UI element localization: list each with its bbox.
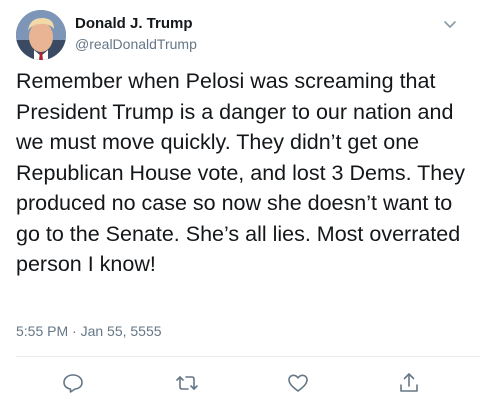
avatar[interactable] — [16, 10, 66, 60]
heart-icon[interactable] — [286, 371, 310, 395]
action-bar — [0, 365, 480, 405]
tweet-timestamp[interactable]: 5:55 PM · Jan 55, 5555 — [16, 323, 162, 339]
share-icon[interactable] — [397, 371, 421, 395]
tweet-text: Remember when Pelosi was screaming that … — [16, 69, 465, 276]
retweet-icon[interactable] — [175, 371, 199, 395]
author-info: Donald J. Trump @realDonaldTrump — [75, 15, 197, 53]
chevron-down-icon[interactable] — [442, 16, 458, 32]
author-display-name[interactable]: Donald J. Trump — [75, 15, 197, 33]
author-handle[interactable]: @realDonaldTrump — [75, 35, 197, 53]
reply-icon[interactable] — [61, 371, 85, 395]
avatar-image — [16, 10, 66, 60]
tweet-header: Donald J. Trump @realDonaldTrump — [16, 10, 464, 66]
tweet-card: Donald J. Trump @realDonaldTrump Remembe… — [0, 0, 480, 410]
divider — [16, 356, 480, 357]
